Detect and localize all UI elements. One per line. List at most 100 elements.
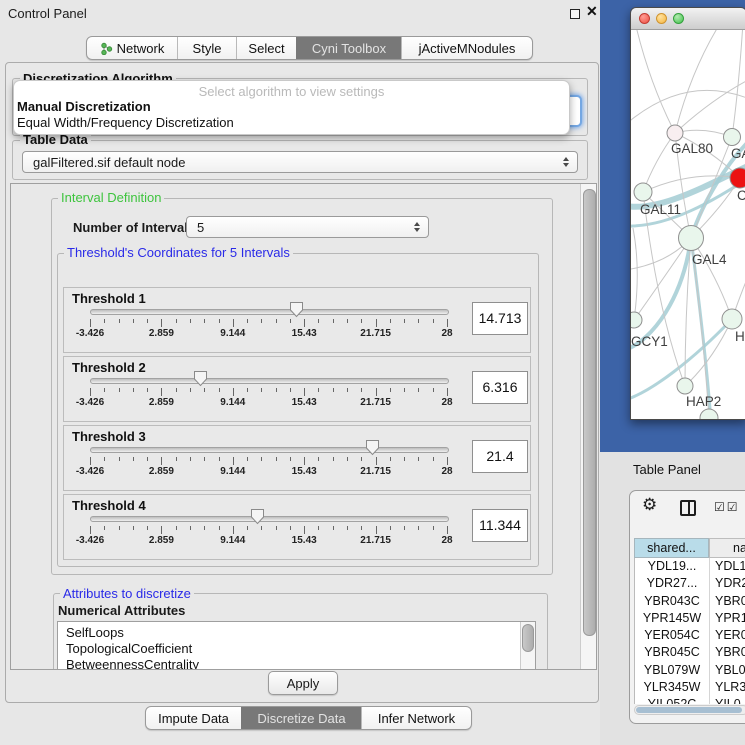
- tick-mark: [347, 388, 348, 392]
- table-row[interactable]: YDL19...YDL1: [635, 558, 745, 575]
- table-cell: YIL052C: [635, 696, 710, 704]
- tab-select[interactable]: Select: [236, 37, 296, 59]
- threshold-value-field[interactable]: 11.344: [472, 509, 528, 542]
- tick-mark: [233, 457, 234, 465]
- network-node-gcy1[interactable]: [631, 312, 642, 328]
- table-row[interactable]: YPR145WYPR1: [635, 610, 745, 627]
- table-row[interactable]: YLR345WYLR3: [635, 679, 745, 696]
- table-row[interactable]: YBL079WYBL0: [635, 662, 745, 679]
- threshold-value-field[interactable]: 6.316: [472, 371, 528, 404]
- column-header-name[interactable]: na: [709, 538, 745, 558]
- menu-item-equal-width-frequency[interactable]: Equal Width/Frequency Discretization: [16, 115, 567, 130]
- network-node[interactable]: [700, 409, 718, 419]
- threshold-slider-thumb[interactable]: [289, 301, 304, 323]
- table-horizontal-scrollbar[interactable]: [634, 705, 745, 715]
- tick-mark: [90, 457, 91, 465]
- combo-arrows-icon: [563, 157, 569, 167]
- table-cell: YDL1: [710, 558, 745, 575]
- tick-mark: [204, 526, 205, 530]
- network-window-titlebar[interactable]: [631, 8, 745, 30]
- minimize-button[interactable]: [656, 13, 667, 24]
- apply-button[interactable]: Apply: [268, 671, 338, 695]
- threshold-slider-track[interactable]: [90, 309, 449, 315]
- threshold-slider-track[interactable]: [90, 378, 449, 384]
- tick-mark: [104, 388, 105, 392]
- tick-mark: [376, 319, 377, 327]
- network-edge: [675, 78, 745, 133]
- threshold-slider-track[interactable]: [90, 516, 449, 522]
- threshold-slider-thumb[interactable]: [365, 439, 380, 461]
- threshold-panel-4: Threshold 4-3.4262.8599.14415.4321.71528…: [63, 494, 531, 560]
- menu-item-manual-discretization[interactable]: Manual Discretization: [16, 99, 567, 114]
- tick-mark: [190, 319, 191, 323]
- bottom-tab-discretize-data[interactable]: Discretize Data: [241, 707, 361, 729]
- network-node-gal11[interactable]: [634, 183, 652, 201]
- table-cell: YDL19...: [635, 558, 710, 575]
- network-node-gal80[interactable]: [667, 125, 683, 141]
- tab-style[interactable]: Style: [177, 37, 236, 59]
- list-item-betweennesscentrality[interactable]: BetweennessCentrality: [58, 657, 535, 670]
- list-item-topologicalcoefficient[interactable]: TopologicalCoefficient: [58, 641, 535, 657]
- close-icon[interactable]: ✕: [586, 3, 598, 20]
- network-edge: [635, 30, 675, 133]
- bottom-tab-impute-data[interactable]: Impute Data: [146, 707, 241, 729]
- tick-label: 28: [421, 535, 473, 546]
- network-node-ga[interactable]: [724, 129, 741, 146]
- interval-definition-title: Interval Definition: [58, 191, 164, 204]
- table-panel: ⚙ ☑☑ shared... na YDL19...YDL1YDR27...YD…: [629, 490, 745, 724]
- tick-mark: [390, 388, 391, 392]
- table-row[interactable]: YDR27...YDR2: [635, 575, 745, 592]
- threshold-value-field[interactable]: 14.713: [472, 302, 528, 335]
- number-of-intervals-combobox[interactable]: 5: [186, 216, 429, 238]
- tick-label: 2.859: [135, 535, 187, 546]
- threshold-label: Threshold 1: [72, 291, 146, 306]
- tick-mark: [290, 526, 291, 530]
- network-canvas[interactable]: GAL80GACGAL11GAL4GCY1HHAP2: [631, 30, 745, 419]
- attributes-group-title: Attributes to discretize: [60, 587, 194, 600]
- table-cell: YBR043C: [635, 593, 710, 610]
- tick-label: 28: [421, 466, 473, 477]
- table-row[interactable]: YBR043CYBR0: [635, 593, 745, 610]
- tick-mark: [390, 319, 391, 323]
- threshold-panel-1: Threshold 1-3.4262.8599.14415.4321.71528…: [63, 287, 531, 353]
- network-node-hap2[interactable]: [677, 378, 693, 394]
- tick-mark: [318, 388, 319, 392]
- gear-icon[interactable]: ⚙: [642, 495, 657, 515]
- column-header-shared[interactable]: shared...: [634, 538, 709, 558]
- tick-mark: [104, 457, 105, 461]
- threshold-slider-thumb[interactable]: [193, 370, 208, 392]
- table-data-combobox[interactable]: galFiltered.sif default node: [22, 151, 578, 173]
- tick-mark: [133, 526, 134, 530]
- close-button[interactable]: [639, 13, 650, 24]
- threshold-label: Threshold 2: [72, 360, 146, 375]
- bottom-tab-infer-network[interactable]: Infer Network: [361, 707, 471, 729]
- table-row[interactable]: YIL052CYIL0: [635, 696, 745, 704]
- split-columns-icon[interactable]: [680, 500, 696, 516]
- threshold-slider-thumb[interactable]: [250, 508, 265, 530]
- tab-network[interactable]: Network: [87, 37, 177, 59]
- table-cell: YIL0: [710, 696, 741, 704]
- tick-label: 21.715: [350, 535, 402, 546]
- attributes-list-scrollbar[interactable]: [520, 622, 535, 670]
- tick-mark: [418, 319, 419, 323]
- zoom-button[interactable]: [673, 13, 684, 24]
- tick-mark: [176, 526, 177, 530]
- tick-mark: [361, 388, 362, 392]
- list-item-selfloops[interactable]: SelfLoops: [58, 625, 535, 641]
- network-node-c[interactable]: [730, 168, 745, 188]
- tab-jactivemnodules[interactable]: jActiveMNodules: [401, 37, 532, 59]
- network-node-gal4[interactable]: [679, 226, 704, 251]
- tab-cyni-toolbox[interactable]: Cyni Toolbox: [296, 37, 401, 59]
- threshold-value-field[interactable]: 21.4: [472, 440, 528, 473]
- tick-label: 9.144: [207, 328, 259, 339]
- table-cell: YBL079W: [635, 662, 710, 679]
- table-row[interactable]: YBR045CYBR0: [635, 644, 745, 661]
- tick-mark: [147, 388, 148, 392]
- tick-mark: [376, 388, 377, 396]
- settings-vertical-scrollbar[interactable]: [580, 184, 597, 669]
- checkbox-icons[interactable]: ☑☑: [714, 500, 740, 514]
- network-node-h[interactable]: [722, 309, 742, 329]
- table-row[interactable]: YER054CYER0: [635, 627, 745, 644]
- float-window-icon[interactable]: [570, 9, 580, 19]
- threshold-slider-track[interactable]: [90, 447, 449, 453]
